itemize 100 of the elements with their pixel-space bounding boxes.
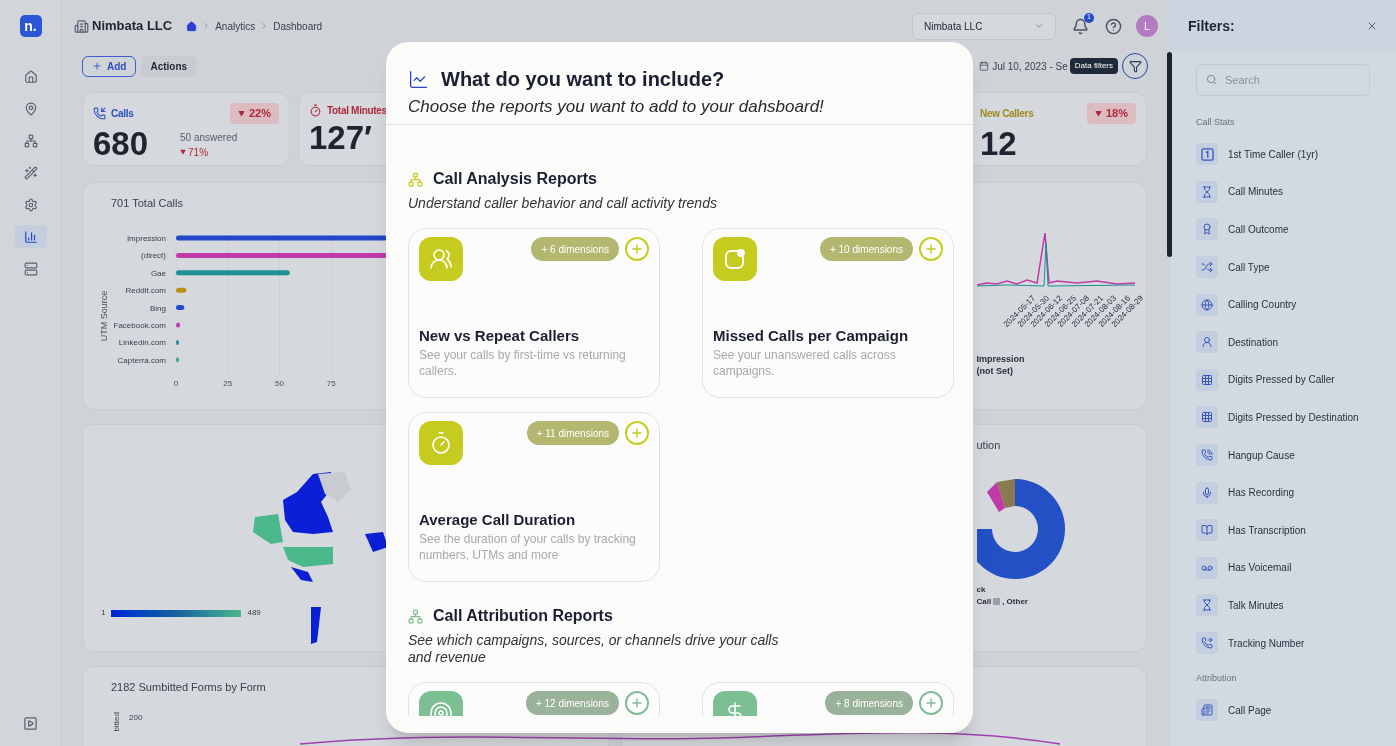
filter-item[interactable]: Calling Country xyxy=(1196,285,1396,324)
report-description: See your calls by first-time vs returning callers. xyxy=(419,347,627,379)
filter-item[interactable]: Digits Pressed by Caller xyxy=(1196,361,1396,399)
stat-value: 127′ xyxy=(309,118,372,158)
filter-label: 1st Time Caller (1yr) xyxy=(1228,147,1318,162)
close-icon[interactable] xyxy=(1366,20,1378,32)
filter-item[interactable]: Call Page xyxy=(1196,691,1396,729)
shuffle-icon xyxy=(1201,261,1213,274)
bar xyxy=(176,322,181,327)
filter-label: Has Voicemail xyxy=(1228,561,1292,576)
down-triangle-icon xyxy=(1094,109,1102,117)
add-report-button[interactable] xyxy=(919,691,943,715)
group-label: Attribution xyxy=(1196,671,1238,685)
bar xyxy=(176,304,185,310)
stat-label: New Callers xyxy=(980,106,1034,121)
stat-sub-label: 50 answered xyxy=(180,130,238,145)
scroll-bar[interactable] xyxy=(1167,52,1172,257)
category-label: Reddit.com xyxy=(125,285,166,295)
plus-icon xyxy=(92,61,102,71)
section-title: Call Analysis Reports xyxy=(433,169,597,189)
filter-item[interactable]: Tracking Number xyxy=(1196,624,1396,662)
filter-item[interactable]: Talk Minutes xyxy=(1196,586,1396,625)
breadcrumb-link[interactable]: Dashboard xyxy=(273,18,323,34)
bell-icon[interactable] xyxy=(1072,17,1089,35)
filter-label: Has Transcription xyxy=(1228,523,1306,538)
tooltip: Data filters xyxy=(1069,58,1118,74)
report-card[interactable]: + 6 dimensions New vs Repeat Callers See your calls by first-time vs returning callers. xyxy=(408,228,660,398)
category-label: Capterra.com xyxy=(117,355,166,365)
report-card[interactable]: + 10 dimensions Missed Calls per Campaign See your unanswered calls across campaigns. xyxy=(702,228,954,398)
filter-label: Call Minutes xyxy=(1228,185,1284,200)
filter-item[interactable]: Has Voicemail xyxy=(1196,549,1396,587)
add-report-button[interactable] xyxy=(625,691,649,715)
panel-title: Filters: xyxy=(1188,16,1235,36)
filter-label: Has Recording xyxy=(1228,486,1295,501)
add-button[interactable]: Add xyxy=(82,55,137,77)
filter-label: Call Type xyxy=(1228,260,1270,275)
axis-title: UTM Source xyxy=(99,290,109,341)
app-logo[interactable]: n. xyxy=(19,15,42,37)
category-label: Gae xyxy=(150,268,166,278)
home-icon xyxy=(23,69,38,84)
filter-item[interactable]: Has Recording xyxy=(1196,473,1396,512)
filter-icon xyxy=(1128,59,1142,73)
down-triangle-icon xyxy=(180,149,187,155)
video-icon[interactable] xyxy=(23,716,38,731)
date-range[interactable]: Jul 10, 2023 - Se xyxy=(992,58,1068,74)
home-icon[interactable] xyxy=(186,20,198,32)
stat-sub-change: 71% xyxy=(180,144,238,160)
actions-button[interactable]: Actions xyxy=(141,55,197,77)
help-icon[interactable] xyxy=(1105,17,1122,35)
stat-label: Calls xyxy=(111,106,134,121)
filter-label: Talk Minutes xyxy=(1228,598,1284,613)
filter-item[interactable]: Call Outcome xyxy=(1196,210,1396,249)
plus-icon xyxy=(630,426,644,440)
phone-icon xyxy=(1201,449,1213,462)
category-label: Bing xyxy=(150,303,166,313)
report-description: See the duration of your calls by tracking numbers, UTMs and more xyxy=(419,531,637,563)
filter-item[interactable]: Destination xyxy=(1196,323,1396,362)
category-label: Linkedin.com xyxy=(118,337,166,347)
phone-icon xyxy=(1201,637,1213,649)
map-pin-icon xyxy=(23,101,38,116)
stat-value: 12 xyxy=(980,123,1017,164)
filter-item[interactable]: 1st Time Caller (1yr) xyxy=(1196,135,1396,174)
search-field[interactable]: Search xyxy=(1196,64,1370,96)
chart-title: 701 Total Calls xyxy=(111,196,183,211)
dimensions-pill: + 10 dimensions xyxy=(819,237,913,261)
filter-label: Hangup Cause xyxy=(1228,448,1295,463)
sitemap-icon xyxy=(23,133,38,148)
filter-item[interactable]: Call Minutes xyxy=(1196,173,1396,211)
tick-label: 75 xyxy=(326,378,336,388)
calendar-icon xyxy=(979,61,990,71)
report-card[interactable]: + 11 dimensions Average Call Duration See the duration of your calls by tracking numbers, UTMs and more xyxy=(408,412,660,582)
keypad-icon xyxy=(1201,373,1213,386)
server-icon xyxy=(23,261,38,276)
change-badge: 18% xyxy=(1086,103,1136,124)
dimensions-pill: + 8 dimensions xyxy=(825,691,913,715)
down-triangle-icon xyxy=(237,109,245,117)
dimensions-pill: + 11 dimensions xyxy=(526,421,619,445)
dialog-subtitle: Choose the reports you want to add to your dahsboard! xyxy=(408,96,825,118)
plus-icon xyxy=(924,242,938,256)
filter-item[interactable]: Call Type xyxy=(1196,248,1396,286)
filter-item[interactable]: Digits Pressed by Destination xyxy=(1196,398,1396,437)
settings-icon xyxy=(23,197,38,212)
legend-label: Impression xyxy=(976,353,1026,365)
hourglass-icon xyxy=(1201,599,1213,612)
tick-label: 50 xyxy=(275,378,284,388)
tick-label: 200 xyxy=(129,711,143,724)
account-select[interactable]: Nimbata LLC xyxy=(912,12,1056,40)
filter-item[interactable]: Hangup Cause xyxy=(1196,436,1396,474)
filter-label: Digits Pressed by Destination xyxy=(1228,410,1359,425)
chart-title: ution xyxy=(976,438,1002,453)
bar xyxy=(176,356,179,362)
legend-label: Call xyxy=(976,595,992,608)
section-title: Call Attribution Reports xyxy=(433,606,613,626)
nav-button[interactable] xyxy=(14,225,47,248)
breadcrumb-link[interactable]: Analytics xyxy=(215,18,256,34)
microphone-icon xyxy=(1201,486,1213,499)
caret-icon xyxy=(1034,21,1044,31)
filter-label: Calling Country xyxy=(1228,298,1297,313)
report-title: New vs Repeat Callers xyxy=(419,325,581,346)
filter-item[interactable]: Has Transcription xyxy=(1196,511,1396,550)
